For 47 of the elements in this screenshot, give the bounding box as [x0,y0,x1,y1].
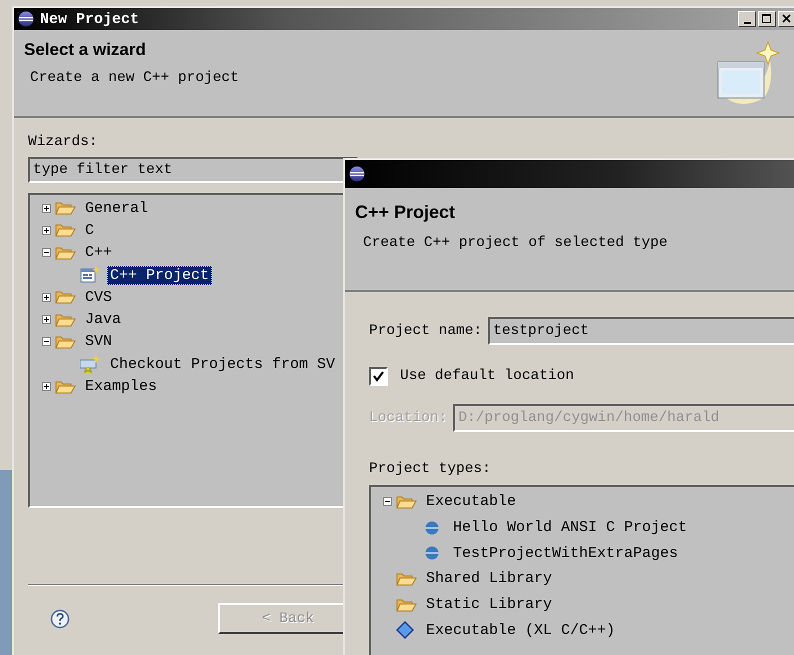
help-icon[interactable] [50,608,70,628]
close-icon [782,14,792,24]
collapse-toggle[interactable] [40,248,52,258]
wizards-label: Wizards: [28,134,99,150]
project-types-label: Project types: [369,461,492,477]
tree-item[interactable]: Checkout Projects from SV [107,354,338,374]
tree-item[interactable]: Java [82,310,124,330]
tree-item[interactable]: C++ [82,243,116,262]
tree-item[interactable]: Examples [82,377,160,396]
page-title: Select a wizard [24,40,147,60]
expand-toggle[interactable] [40,226,52,235]
tree-item[interactable]: C [82,220,98,240]
checkmark-icon [372,370,385,382]
tree-item[interactable]: Executable [423,492,520,512]
tree-item[interactable]: Hello World ANSI C Project [450,518,690,538]
page-description: Create C++ project of selected type [362,235,669,251]
collapse-toggle[interactable] [381,497,393,506]
minimize-button[interactable] [738,11,756,27]
minimize-icon [744,22,750,24]
maximize-icon [762,14,772,24]
window-title: New Project [40,10,140,28]
expand-toggle[interactable] [40,382,52,392]
page-title: C++ Project [355,202,456,223]
tree-item[interactable]: Executable (XL C/C++) [423,620,618,640]
tree-item[interactable]: C++ Project [107,266,212,285]
tree-item[interactable]: CVS [82,288,116,307]
tree-item[interactable]: General [82,198,152,218]
eclipse-logo-icon [18,11,34,27]
eclipse-logo-icon [349,166,365,182]
cpp-file-icon [80,266,102,284]
tree-item[interactable]: Static Library [423,595,556,614]
expand-toggle[interactable] [40,204,52,213]
collapse-toggle[interactable] [40,337,52,346]
page-description: Create a new C++ project [29,70,240,86]
project-name-label: Project name: [369,323,482,339]
tree-item[interactable]: TestProjectWithExtraPages [450,544,682,563]
checkbox-label: Use default location [400,368,574,384]
close-button[interactable] [778,11,794,27]
expand-toggle[interactable] [40,315,52,324]
expand-toggle[interactable] [40,292,52,302]
filter-field[interactable]: type filter text [28,157,358,183]
maximize-button[interactable] [758,11,776,27]
svn-icon [80,355,102,374]
project-name-field[interactable]: testproject [488,317,794,345]
checkbox[interactable] [369,366,388,386]
tree-item[interactable]: Shared Library [423,569,556,588]
tree-item[interactable]: SVN [82,332,116,352]
